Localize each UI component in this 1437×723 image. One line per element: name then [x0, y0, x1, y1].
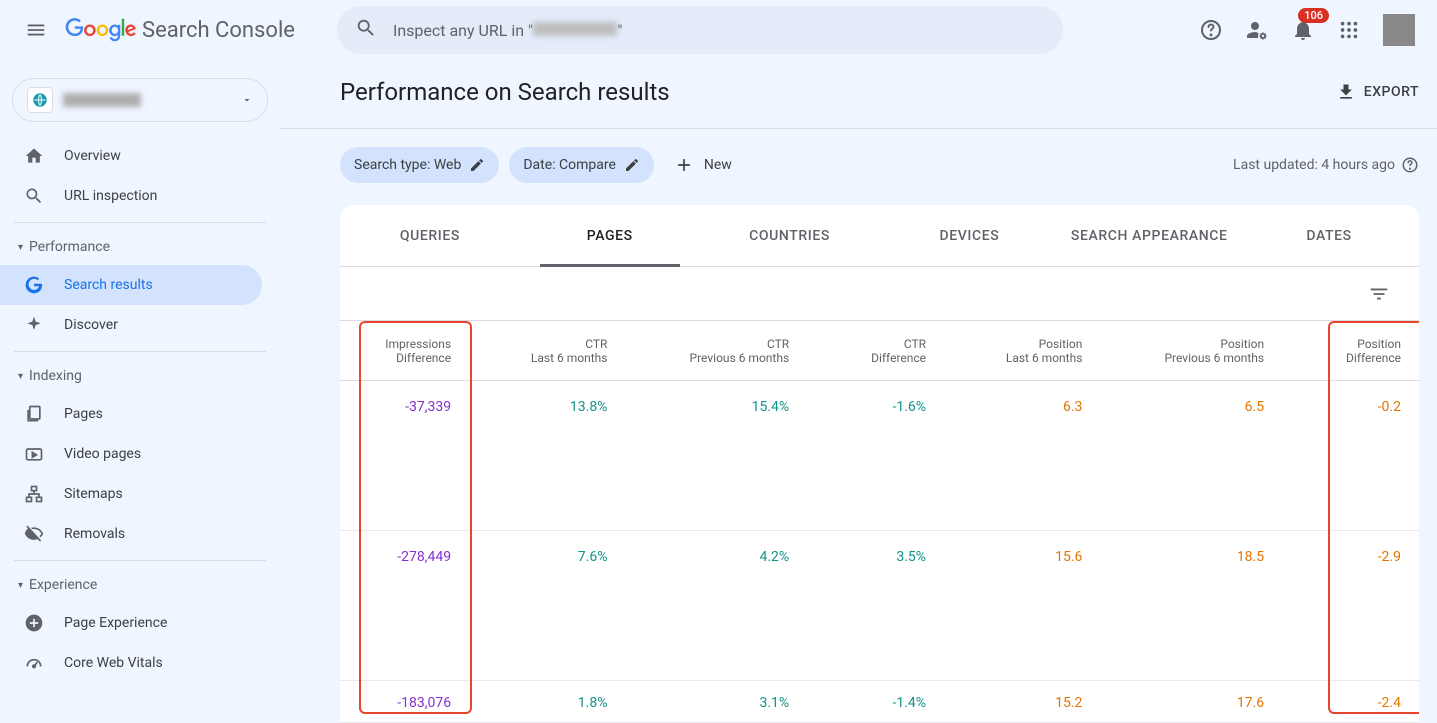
plus-icon — [674, 155, 694, 175]
help-icon — [1401, 156, 1419, 174]
date-chip[interactable]: Date: Compare — [509, 147, 654, 183]
add-filter-button[interactable]: New — [674, 155, 732, 175]
pages-icon — [24, 404, 46, 424]
th-pos-prev[interactable]: PositionPrevious 6 months — [1100, 321, 1282, 380]
caret-down-icon: ▾ — [18, 580, 23, 591]
help-icon — [1199, 18, 1223, 42]
divider — [280, 128, 1437, 129]
redacted-domain — [533, 22, 617, 36]
th-ctr-diff[interactable]: CTRDifference — [807, 321, 944, 380]
tab-search-appearance[interactable]: SEARCH APPEARANCE — [1059, 205, 1239, 266]
th-ctr-last[interactable]: CTRLast 6 months — [469, 321, 625, 380]
visibility-off-icon — [24, 524, 46, 544]
discover-icon — [24, 315, 46, 335]
google-g-icon — [24, 275, 46, 295]
speedometer-icon — [24, 653, 46, 673]
home-icon — [24, 146, 46, 166]
caret-down-icon — [241, 91, 253, 110]
nav-core-web-vitals[interactable]: Core Web Vitals — [0, 643, 262, 683]
divider — [14, 351, 266, 352]
th-impressions-diff[interactable]: ImpressionsDifference — [340, 321, 469, 380]
search-icon — [355, 17, 377, 43]
data-table: ImpressionsDifference CTRLast 6 months C… — [340, 321, 1419, 723]
table-row[interactable]: -37,339 13.8% 15.4% -1.6% 6.3 6.5 -0.2 — [340, 381, 1419, 531]
notification-badge: 106 — [1298, 8, 1329, 23]
person-gear-icon — [1245, 18, 1269, 42]
nav-page-experience[interactable]: Page Experience — [0, 603, 262, 643]
sidebar: Overview URL inspection ▾ Performance Se… — [0, 60, 280, 715]
logo[interactable]: Search Console — [64, 18, 295, 43]
table-row[interactable]: -278,449 7.6% 4.2% 3.5% 15.6 18.5 -2.9 — [340, 531, 1419, 681]
plus-circle-icon — [24, 613, 46, 633]
last-updated: Last updated: 4 hours ago — [1233, 156, 1419, 174]
th-pos-last[interactable]: PositionLast 6 months — [944, 321, 1100, 380]
edit-icon — [469, 157, 485, 173]
tab-devices[interactable]: DEVICES — [879, 205, 1059, 266]
nav-discover[interactable]: Discover — [0, 305, 262, 345]
tab-countries[interactable]: COUNTRIES — [700, 205, 880, 266]
property-selector[interactable] — [12, 78, 268, 122]
help-button[interactable] — [1199, 18, 1223, 42]
edit-icon — [624, 157, 640, 173]
menu-button[interactable] — [16, 10, 56, 50]
nav-sitemaps[interactable]: Sitemaps — [0, 474, 262, 514]
nav-removals[interactable]: Removals — [0, 514, 262, 554]
divider — [14, 222, 266, 223]
nav-search-results[interactable]: Search results — [0, 265, 262, 305]
search-bar[interactable]: Inspect any URL in "" — [337, 6, 1063, 54]
video-icon — [24, 444, 46, 464]
nav-overview[interactable]: Overview — [0, 136, 262, 176]
filter-icon — [1368, 283, 1390, 305]
section-experience[interactable]: ▾ Experience — [0, 567, 280, 603]
search-icon — [24, 186, 46, 206]
search-placeholder: Inspect any URL in "" — [393, 21, 622, 40]
notifications-button[interactable]: 106 — [1291, 18, 1315, 42]
product-name: Search Console — [142, 18, 295, 43]
nav-pages[interactable]: Pages — [0, 394, 262, 434]
section-performance[interactable]: ▾ Performance — [0, 229, 280, 265]
redacted-property — [63, 93, 141, 107]
table-header: ImpressionsDifference CTRLast 6 months C… — [340, 321, 1419, 381]
divider — [14, 560, 266, 561]
google-logo-icon — [64, 18, 138, 42]
table-row[interactable]: -183,076 1.8% 3.1% -1.4% 15.2 17.6 -2.4 — [340, 681, 1419, 723]
caret-down-icon: ▾ — [18, 242, 23, 253]
apps-icon — [1338, 19, 1360, 41]
tab-dates[interactable]: DATES — [1239, 205, 1419, 266]
section-indexing[interactable]: ▾ Indexing — [0, 358, 280, 394]
nav-url-inspection[interactable]: URL inspection — [0, 176, 262, 216]
download-icon — [1336, 82, 1356, 102]
property-favicon — [27, 87, 53, 113]
avatar[interactable] — [1383, 14, 1415, 46]
apps-button[interactable] — [1337, 18, 1361, 42]
nav-video-pages[interactable]: Video pages — [0, 434, 262, 474]
th-pos-diff[interactable]: PositionDifference — [1282, 321, 1419, 380]
filter-button[interactable] — [1367, 282, 1391, 306]
page-title: Performance on Search results — [340, 78, 670, 106]
user-settings-button[interactable] — [1245, 18, 1269, 42]
caret-down-icon: ▾ — [18, 371, 23, 382]
export-button[interactable]: EXPORT — [1336, 82, 1419, 102]
menu-icon — [25, 19, 47, 41]
th-ctr-prev[interactable]: CTRPrevious 6 months — [625, 321, 807, 380]
sitemap-icon — [24, 484, 46, 504]
search-type-chip[interactable]: Search type: Web — [340, 147, 499, 183]
tab-pages[interactable]: PAGES — [520, 205, 700, 266]
tab-queries[interactable]: QUERIES — [340, 205, 520, 266]
data-card: QUERIES PAGES COUNTRIES DEVICES SEARCH A… — [340, 205, 1419, 723]
